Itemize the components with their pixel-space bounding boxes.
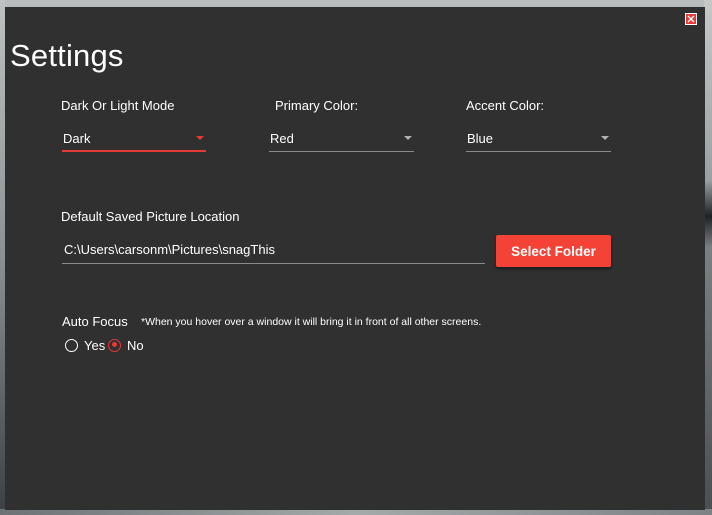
- auto-focus-yes-radio[interactable]: Yes: [65, 337, 105, 353]
- radio-checked-icon: [108, 338, 121, 352]
- accent-color-label: Accent Color:: [466, 98, 545, 113]
- close-button[interactable]: [685, 13, 697, 25]
- auto-focus-no-radio[interactable]: No: [108, 337, 144, 353]
- page-title: Settings: [10, 38, 124, 73]
- select-folder-button[interactable]: Select Folder: [496, 235, 611, 267]
- primary-color-select[interactable]: Red: [269, 124, 414, 152]
- save-location-label: Default Saved Picture Location: [61, 209, 240, 224]
- theme-mode-select[interactable]: Dark: [62, 124, 206, 152]
- auto-focus-label: Auto Focus: [62, 314, 128, 329]
- auto-focus-no-label: No: [127, 337, 144, 353]
- desktop-background-right: [704, 0, 712, 515]
- primary-color-value: Red: [270, 131, 294, 146]
- chevron-down-icon: [196, 136, 204, 140]
- chevron-down-icon: [601, 136, 609, 140]
- auto-focus-note: *When you hover over a window it will br…: [141, 316, 482, 328]
- settings-window: Settings Dark Or Light Mode Dark Primary…: [5, 7, 705, 510]
- theme-mode-label: Dark Or Light Mode: [61, 98, 175, 113]
- close-icon: [687, 15, 695, 23]
- auto-focus-yes-label: Yes: [84, 337, 106, 353]
- theme-mode-value: Dark: [63, 131, 91, 146]
- accent-color-value: Blue: [467, 131, 494, 146]
- save-location-input[interactable]: C:\Users\carsonm\Pictures\snagThis: [62, 236, 485, 264]
- save-location-value: C:\Users\carsonm\Pictures\snagThis: [64, 242, 275, 257]
- accent-color-select[interactable]: Blue: [466, 124, 611, 152]
- primary-color-label: Primary Color:: [275, 98, 359, 113]
- chevron-down-icon: [404, 136, 412, 140]
- radio-unchecked-icon: [65, 338, 78, 352]
